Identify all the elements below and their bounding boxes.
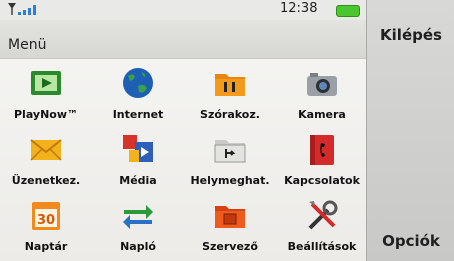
calendar-day: 30 [37,213,55,228]
page-title: Menü [8,37,47,53]
contacts-book-icon [310,135,334,165]
menu-item-organizer[interactable]: Szervező [184,198,276,258]
menu-item-contacts[interactable]: Kapcsolatok [276,132,366,192]
envelope-icon [30,139,62,161]
status-bar: 12:38 [0,0,366,20]
antenna-icon [8,3,16,15]
softkey-panel: Kilépés Opciók [366,0,454,261]
globe-icon [123,68,153,98]
menu-item-media[interactable]: Média [92,132,184,192]
menu-item-label: Napló [120,240,156,253]
location-icon [214,140,246,163]
menu-grid: PlayNow™ Internet Szórakoz. Kamera Üzene… [0,66,366,261]
menu-item-label: Szórakoz. [200,108,260,121]
menu-item-label: Kamera [298,108,346,121]
phone-screen: 12:38 Menü PlayNow™ Internet Szórakoz. K… [0,0,366,261]
entertainment-folder-icon [215,74,245,96]
title-bar: Menü [0,20,366,59]
media-icon [123,135,153,162]
menu-item-label: Beállítások [287,240,357,253]
settings-tools-icon [308,200,338,230]
exit-softkey[interactable]: Kilépés [367,26,454,44]
menu-item-label: Üzenetkez. [11,174,81,187]
menu-item-location[interactable]: Helymeghat. [184,132,276,192]
options-softkey[interactable]: Opciók [367,232,454,250]
calendar-icon: 30 [32,202,60,230]
menu-item-messaging[interactable]: Üzenetkez. [0,132,92,192]
call-log-icon [123,205,153,229]
menu-item-internet[interactable]: Internet [92,66,184,126]
menu-item-label: Média [119,174,157,187]
menu-item-playnow[interactable]: PlayNow™ [0,66,92,126]
menu-item-label: Helymeghat. [190,174,270,187]
menu-item-label: Internet [112,108,164,121]
menu-item-camera[interactable]: Kamera [276,66,366,126]
menu-item-entertainment[interactable]: Szórakoz. [184,66,276,126]
menu-item-label: PlayNow™ [13,108,78,121]
camera-icon [307,73,337,96]
organizer-icon [215,206,245,228]
menu-item-label: Szervező [202,240,258,253]
signal-strength-icon [18,5,36,15]
status-time: 12:38 [280,1,318,16]
menu-item-label: Kapcsolatok [284,174,360,187]
menu-item-settings[interactable]: Beállítások [276,198,366,258]
menu-item-calendar[interactable]: 30 Naptár [0,198,92,258]
playnow-icon [31,71,61,95]
menu-item-label: Naptár [24,240,68,253]
menu-item-call-log[interactable]: Napló [92,198,184,258]
battery-icon [336,5,360,17]
